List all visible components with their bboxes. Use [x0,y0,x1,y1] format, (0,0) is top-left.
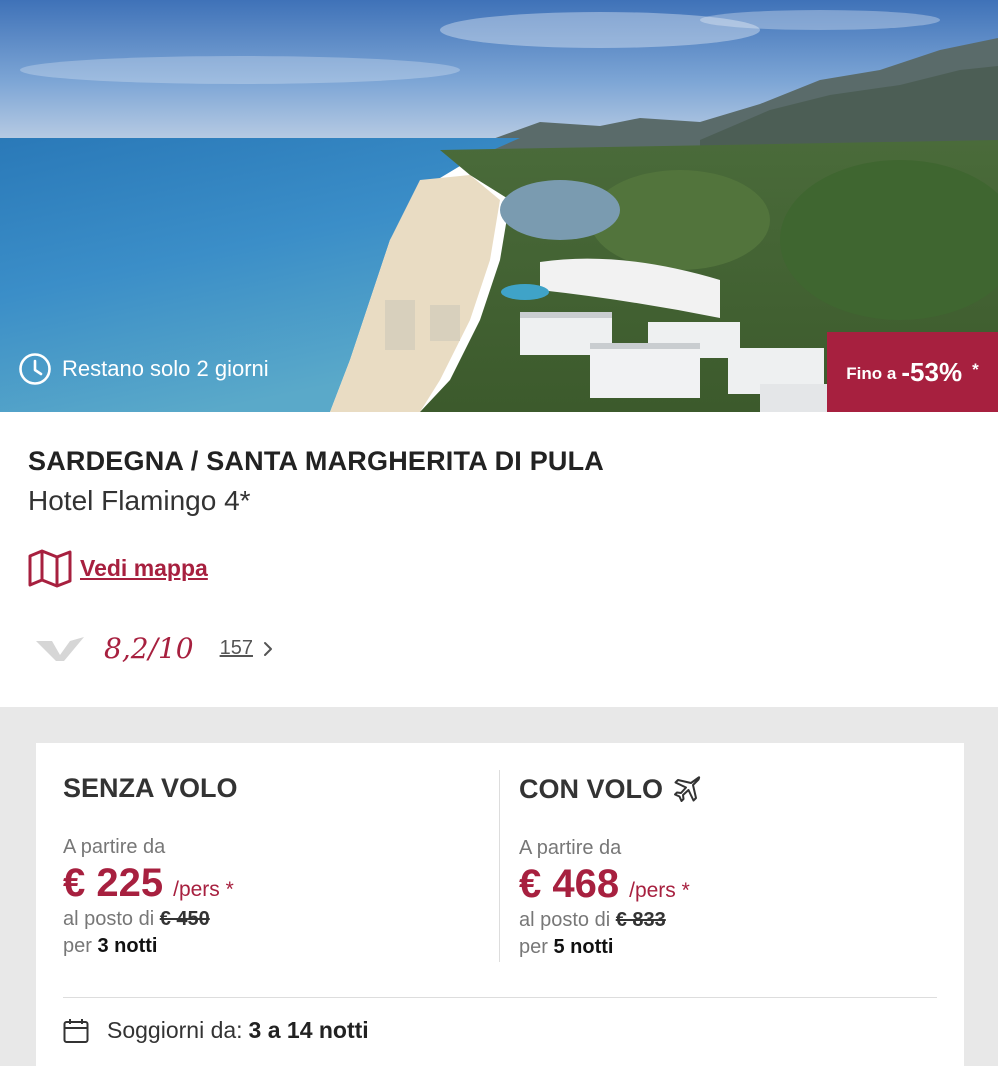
offer-old-price: € 450 [159,908,210,930]
offer-price-row: € 468 /pers * [519,862,939,907]
hotel-region: SARDEGNA / SANTA MARGHERITA DI PULA [28,446,604,476]
rating-row[interactable]: 8,2/10 157 [36,632,275,665]
rating-score: 8,2/10 [104,632,194,665]
discount-value: -53% [901,356,963,387]
offer-title: CON VOLO [519,773,664,804]
offer-divider [499,770,500,962]
countdown-text: Restano solo 2 giorni [62,356,269,381]
card-separator [63,997,937,998]
hero-image[interactable]: Restano solo 2 giorni Fino a -53% * [0,0,998,412]
discount-prefix: Fino a [846,364,897,383]
countdown-badge: Restano solo 2 giorni [18,352,269,386]
offer-from-label: A partire da [519,837,622,859]
reviews-count[interactable]: 157 [220,637,253,660]
offer-price-row: € 225 /pers * [63,861,483,906]
calendar-icon [63,1018,89,1043]
offer-without-flight[interactable]: SENZA VOLO A partire da € 225 /pers * al… [63,773,483,958]
offer-with-flight[interactable]: CON VOLO A partire da € 468 /pers * al p… [519,773,939,959]
offer-instead-label: al posto di [519,909,611,931]
offers-card: SENZA VOLO A partire da € 225 /pers * al… [36,743,964,1066]
offer-from-label: A partire da [63,836,166,858]
offer-old-price: € 833 [615,909,666,931]
offer-title-row: CON VOLO [519,773,939,805]
map-link-text[interactable]: Vedi mappa [80,555,208,582]
offer-per-label: per [519,936,548,958]
stay-value: 3 a 14 notti [248,1017,369,1043]
stay-duration: Soggiorni da: 3 a 14 notti [63,1017,369,1044]
discount-badge: Fino a -53% * [827,332,998,412]
offer-nights-row: per 5 notti [519,936,939,959]
offer-nights: 5 notti [553,936,614,958]
stay-label: Soggiorni da: [107,1017,243,1043]
map-link[interactable]: Vedi mappa [28,548,208,588]
offer-per-person: /pers * [173,878,234,901]
offer-nights: 3 notti [97,935,158,957]
offer-nights-row: per 3 notti [63,935,483,958]
hotel-name: Hotel Flamingo 4* [28,485,251,516]
offer-per-label: per [63,935,92,957]
plane-icon [674,776,701,802]
chevron-right-icon[interactable] [261,640,275,658]
offer-old-price-row: al posto di € 833 [519,909,939,932]
discount-star: * [972,360,979,379]
offer-per-person: /pers * [629,879,690,902]
clock-icon [19,353,51,385]
rating-logo-icon [36,636,84,661]
hotel-info: SARDEGNA / SANTA MARGHERITA DI PULA Hote… [28,446,968,665]
offer-instead-label: al posto di [63,908,155,930]
offer-price: € 468 [519,862,620,906]
offer-price: € 225 [63,861,164,905]
offer-title: SENZA VOLO [63,773,238,803]
offer-old-price-row: al posto di € 450 [63,908,483,931]
map-icon [28,549,72,588]
